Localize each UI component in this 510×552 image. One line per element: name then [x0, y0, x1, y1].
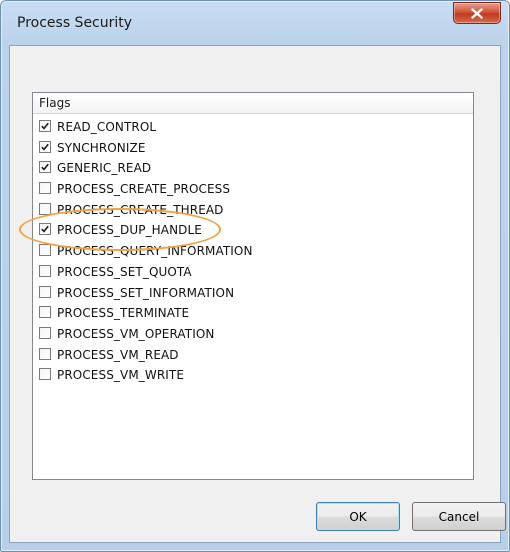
list-item[interactable]: PROCESS_DUP_HANDLE [33, 220, 473, 241]
checkbox[interactable] [39, 120, 51, 132]
checkbox[interactable] [39, 244, 51, 257]
list-item[interactable]: PROCESS_CREATE_THREAD [33, 200, 473, 221]
list-item-label: SYNCHRONIZE [57, 140, 146, 155]
list-item[interactable]: PROCESS_CREATE_PROCESS [33, 179, 473, 200]
checkbox[interactable] [39, 326, 51, 339]
checkmark-icon [41, 122, 49, 130]
flags-rows: READ_CONTROL SYNCHRONIZE GENERIC_READ PROCE… [33, 117, 473, 386]
checkbox[interactable] [39, 223, 51, 236]
cancel-button[interactable]: Cancel [412, 502, 506, 531]
list-item[interactable]: PROCESS_SET_QUOTA [33, 262, 473, 283]
checkmark-icon [41, 143, 49, 151]
checkbox[interactable] [39, 347, 51, 360]
list-item[interactable]: GENERIC_READ [33, 158, 473, 179]
checkbox[interactable] [39, 140, 51, 153]
checkbox[interactable] [39, 161, 51, 174]
title-bar[interactable]: Process Security [1, 1, 509, 45]
checkbox[interactable] [39, 202, 51, 215]
window-title: Process Security [17, 15, 133, 31]
list-item[interactable]: PROCESS_VM_OPERATION [33, 324, 473, 345]
ok-button[interactable]: OK [316, 502, 400, 531]
checkbox[interactable] [39, 264, 51, 277]
list-item[interactable]: PROCESS_SET_INFORMATION [33, 283, 473, 304]
list-item[interactable]: PROCESS_QUERY_INFORMATION [33, 241, 473, 262]
list-item-label: PROCESS_SET_INFORMATION [57, 285, 235, 300]
list-item-label: PROCESS_CREATE_PROCESS [57, 182, 231, 197]
list-item[interactable]: PROCESS_VM_READ [33, 345, 473, 366]
checkmark-icon [41, 164, 49, 171]
list-item[interactable]: READ_CONTROL [33, 117, 473, 138]
list-item-label: PROCESS_CREATE_THREAD [57, 202, 224, 217]
list-item-label: GENERIC_READ [57, 161, 152, 176]
checkbox[interactable] [39, 285, 51, 298]
list-header: Flags [33, 93, 473, 114]
list-item-label: PROCESS_TERMINATE [57, 306, 190, 321]
close-icon [471, 7, 483, 19]
list-item-label: PROCESS_VM_OPERATION [57, 326, 215, 341]
list-item[interactable]: PROCESS_TERMINATE [33, 303, 473, 324]
checkbox[interactable] [39, 368, 51, 381]
ok-button-label: OK [349, 509, 367, 524]
close-button[interactable] [453, 2, 501, 24]
list-item-label: PROCESS_SET_QUOTA [57, 264, 192, 279]
list-item-label: READ_CONTROL [57, 120, 157, 134]
cancel-button-label: Cancel [438, 509, 480, 524]
flags-list[interactable]: Flags READ_CONTROL SYNCHRONIZE GENERIC_REA… [32, 92, 474, 480]
list-item[interactable]: PROCESS_VM_WRITE [33, 365, 473, 386]
column-header-flags[interactable]: Flags [39, 96, 70, 110]
list-item-label: PROCESS_DUP_HANDLE [57, 223, 202, 238]
checkbox[interactable] [39, 182, 51, 195]
list-item-label: PROCESS_VM_WRITE [57, 368, 185, 383]
dialog-body: Flags READ_CONTROL SYNCHRONIZE GENERIC_REA… [9, 45, 506, 543]
process-security-dialog: Process Security Flags READ_CONTROL SYNCH… [0, 0, 510, 552]
list-item[interactable]: SYNCHRONIZE [33, 138, 473, 159]
checkmark-icon [41, 226, 49, 234]
checkbox[interactable] [39, 306, 51, 319]
list-item-label: PROCESS_QUERY_INFORMATION [57, 244, 253, 259]
list-item-label: PROCESS_VM_READ [57, 347, 179, 362]
